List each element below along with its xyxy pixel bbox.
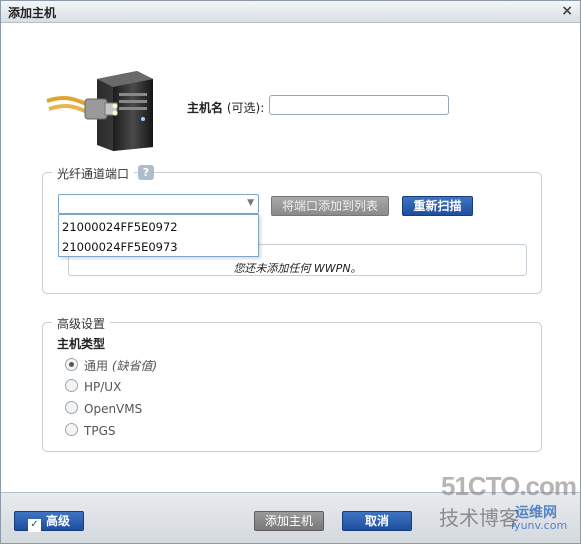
checkbox-checked-icon[interactable]: ✓ [27, 519, 41, 532]
wwpn-empty-message: 您还未添加任何 WWPN。 [233, 262, 362, 275]
cancel-button[interactable]: 取消 [342, 511, 412, 531]
wwpn-option[interactable]: 21000024FF5E0973 [62, 240, 178, 254]
host-type-openvms-radio[interactable]: OpenVMS [65, 401, 142, 416]
radio-icon[interactable] [65, 379, 78, 392]
host-type-generic-radio[interactable]: 通用 (缺省值) [65, 357, 157, 374]
host-type-hpux-radio[interactable]: HP/UX [65, 379, 121, 394]
close-icon[interactable]: × [561, 3, 573, 19]
radio-checked-icon[interactable] [65, 358, 78, 371]
host-type-label: 主机类型 [57, 337, 106, 351]
host-type-tpgs-radio[interactable]: TPGS [65, 423, 115, 438]
add-port-to-list-button[interactable]: 将端口添加到列表 [271, 196, 389, 216]
chevron-down-icon[interactable]: ▼ [247, 198, 254, 208]
advanced-toggle-button[interactable]: ✓ 高级 [14, 511, 84, 532]
advanced-settings-legend: 高级设置 [52, 315, 111, 332]
add-host-button[interactable]: 添加主机 [254, 511, 324, 531]
wwpn-option[interactable]: 21000024FF5E0972 [62, 220, 178, 234]
fc-ports-legend: 光纤通道端口 [52, 165, 135, 182]
radio-icon[interactable] [65, 423, 78, 436]
watermark: 51CTO.com 技术博客 运维网 iyunv.com [439, 471, 577, 532]
radio-icon[interactable] [65, 401, 78, 414]
title-bar: 添加主机 × [1, 1, 580, 23]
wwpn-combo[interactable]: ▼ [58, 194, 259, 214]
help-icon[interactable]: ? [138, 165, 154, 180]
dialog-title: 添加主机 [8, 6, 57, 20]
host-name-label: 主机名 (可选): [187, 101, 265, 115]
host-name-input[interactable] [269, 95, 449, 115]
wwpn-dropdown-list: 21000024FF5E0972 21000024FF5E0973 [58, 214, 259, 257]
add-host-dialog: 添加主机 × 主机名 (可选): 光纤通道端口 ? ▼ 21000024FF5E… [0, 0, 581, 544]
server-fiber-icon [46, 71, 153, 151]
rescan-button[interactable]: 重新扫描 [402, 196, 473, 216]
